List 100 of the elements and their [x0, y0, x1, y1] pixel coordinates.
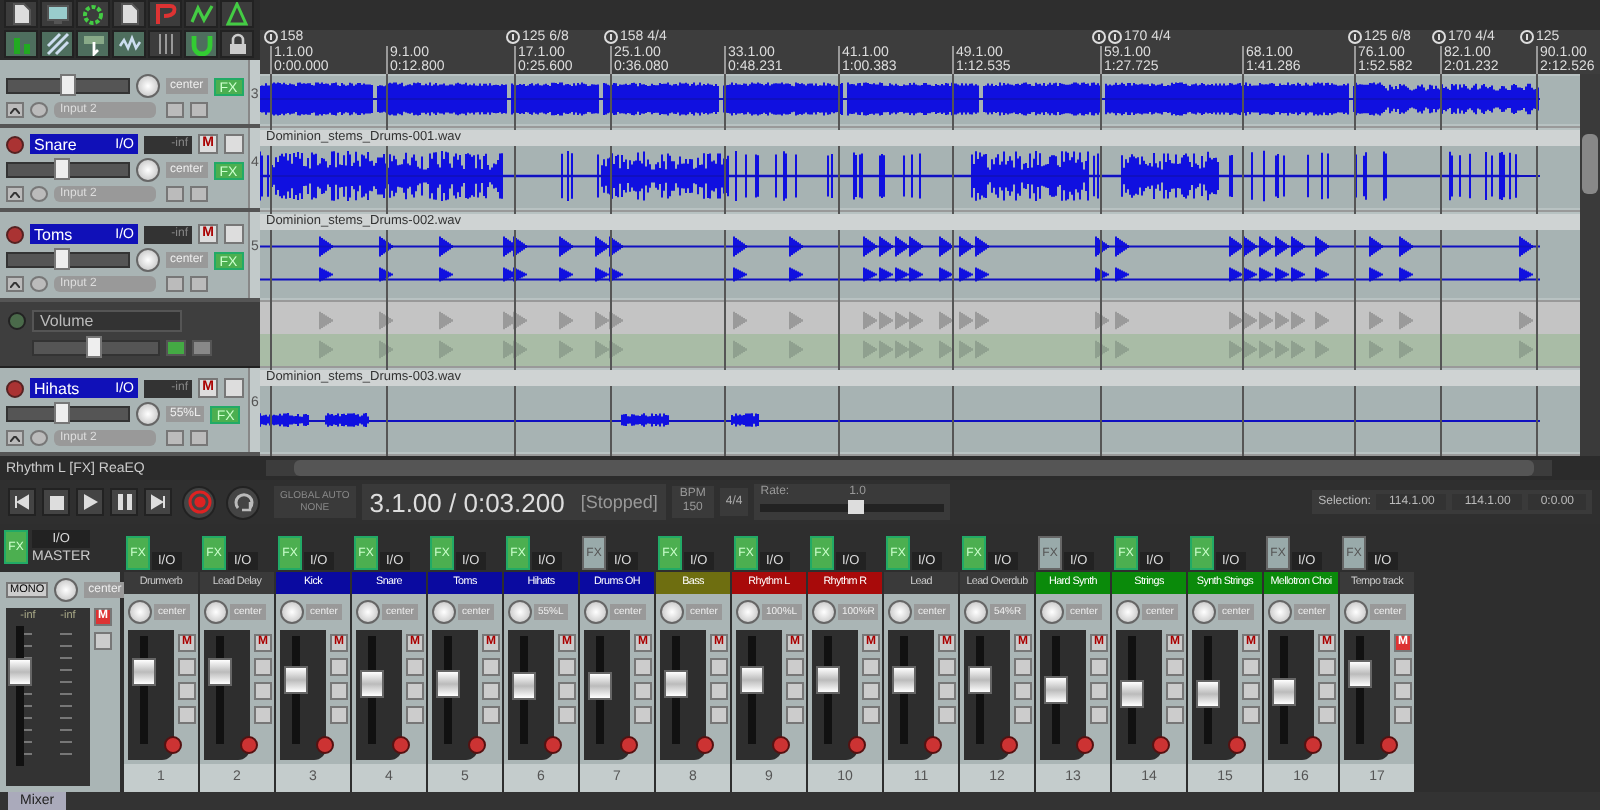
solo-button[interactable]	[862, 658, 880, 676]
pan-knob[interactable]	[660, 600, 684, 624]
pan-knob[interactable]	[432, 600, 456, 624]
record-arm-button[interactable]	[1152, 736, 1170, 754]
solo-button[interactable]	[786, 658, 804, 676]
record-arm-button[interactable]	[6, 379, 24, 397]
fader-handle[interactable]	[1044, 676, 1068, 704]
record-arm-button[interactable]	[772, 736, 790, 754]
toolbar-button[interactable]	[112, 0, 146, 28]
pan-knob[interactable]	[280, 600, 304, 624]
fx-bypass-button[interactable]	[558, 682, 576, 700]
record-arm-button[interactable]	[468, 736, 486, 754]
fader-handle[interactable]	[512, 672, 536, 700]
record-arm-button[interactable]	[6, 225, 24, 243]
envelope-arm-button[interactable]	[166, 340, 186, 356]
fader-handle[interactable]	[816, 666, 840, 695]
pan-knob[interactable]	[736, 600, 760, 624]
toolbar-button[interactable]	[184, 0, 218, 28]
tempo-marker-icon[interactable]	[604, 30, 618, 44]
tempo-marker-icon[interactable]	[1520, 30, 1534, 44]
toolbar-button[interactable]	[76, 0, 110, 28]
fx-bypass-button[interactable]	[1090, 682, 1108, 700]
record-arm-button[interactable]	[1076, 736, 1094, 754]
envelope-button[interactable]	[6, 430, 24, 446]
record-arm-button[interactable]	[1380, 736, 1398, 754]
fader-handle[interactable]	[892, 666, 916, 695]
solo-button[interactable]	[482, 658, 500, 676]
tempo-marker-icon[interactable]	[264, 30, 278, 44]
fx-bypass-button[interactable]	[710, 682, 728, 700]
pan-knob[interactable]	[128, 600, 152, 624]
fx-bypass-button[interactable]	[178, 682, 196, 700]
fx-bypass-button[interactable]	[482, 682, 500, 700]
fader-handle[interactable]	[1348, 660, 1372, 688]
solo-button[interactable]	[710, 658, 728, 676]
fader-handle[interactable]	[588, 672, 612, 700]
pan-knob[interactable]	[1116, 600, 1140, 624]
pan-knob[interactable]	[136, 248, 160, 272]
record-arm-button[interactable]	[392, 736, 410, 754]
fader-handle[interactable]	[54, 158, 71, 180]
pause-button[interactable]	[110, 488, 138, 516]
tempo-marker-icon[interactable]	[1348, 30, 1362, 44]
pan-knob[interactable]	[1268, 600, 1292, 624]
pan-knob[interactable]	[136, 74, 160, 98]
solo-button[interactable]	[94, 632, 112, 650]
fader-handle[interactable]	[284, 666, 308, 695]
toolbar-button[interactable]	[220, 30, 254, 58]
pan-knob[interactable]	[204, 600, 228, 624]
fx-bypass-button[interactable]	[1394, 682, 1412, 700]
pan-knob[interactable]	[1344, 600, 1368, 624]
envelope-toggle-button[interactable]	[8, 312, 26, 330]
solo-button[interactable]	[1242, 658, 1260, 676]
envelope-button[interactable]	[6, 186, 24, 202]
fx-bypass-button[interactable]	[1166, 682, 1184, 700]
volume-fader[interactable]	[6, 406, 130, 422]
volume-fader[interactable]	[6, 78, 130, 94]
solo-button[interactable]	[634, 658, 652, 676]
volume-fader[interactable]	[6, 162, 130, 178]
fader-handle[interactable]	[968, 666, 992, 695]
solo-button[interactable]	[224, 224, 244, 244]
skip-back-button[interactable]	[8, 488, 36, 516]
play-button[interactable]	[76, 488, 104, 516]
fx-bypass-button[interactable]	[1242, 682, 1260, 700]
volume-fader[interactable]	[6, 252, 130, 268]
tempo-marker-icon[interactable]	[1432, 30, 1446, 44]
record-arm-button[interactable]	[544, 736, 562, 754]
pan-knob[interactable]	[54, 578, 79, 602]
solo-button[interactable]	[1166, 658, 1184, 676]
solo-button[interactable]	[224, 134, 244, 154]
fx-bypass-button[interactable]	[634, 682, 652, 700]
toolbar-button[interactable]	[148, 30, 182, 58]
pan-knob[interactable]	[1192, 600, 1216, 624]
fader-handle[interactable]	[436, 669, 460, 698]
fx-bypass-button[interactable]	[1318, 682, 1336, 700]
record-arm-button[interactable]	[240, 736, 258, 754]
envelope-button[interactable]	[6, 102, 24, 118]
record-arm-button[interactable]	[924, 736, 942, 754]
solo-button[interactable]	[1318, 658, 1336, 676]
fader-handle[interactable]	[208, 658, 232, 687]
record-arm-button[interactable]	[696, 736, 714, 754]
solo-button[interactable]	[1014, 658, 1032, 676]
horizontal-scrollbar[interactable]	[266, 460, 1552, 476]
fx-bypass-button[interactable]	[406, 682, 424, 700]
pan-knob[interactable]	[964, 600, 988, 624]
fader-handle[interactable]	[740, 666, 764, 695]
fx-bypass-button[interactable]	[862, 682, 880, 700]
pan-knob[interactable]	[136, 158, 160, 182]
solo-button[interactable]	[330, 658, 348, 676]
toolbar-button[interactable]	[220, 0, 254, 28]
fader-handle[interactable]	[8, 657, 32, 686]
tempo-marker-icon[interactable]	[1092, 30, 1106, 44]
skip-forward-button[interactable]	[144, 488, 172, 516]
pan-knob[interactable]	[888, 600, 912, 624]
pan-knob[interactable]	[136, 402, 160, 426]
fx-bypass-button[interactable]	[254, 682, 272, 700]
solo-button[interactable]	[254, 658, 272, 676]
fader-handle[interactable]	[60, 74, 76, 96]
pan-knob[interactable]	[356, 600, 380, 624]
fx-bypass-button[interactable]	[938, 682, 956, 700]
vertical-scrollbar[interactable]	[1580, 74, 1600, 456]
solo-button[interactable]	[406, 658, 424, 676]
